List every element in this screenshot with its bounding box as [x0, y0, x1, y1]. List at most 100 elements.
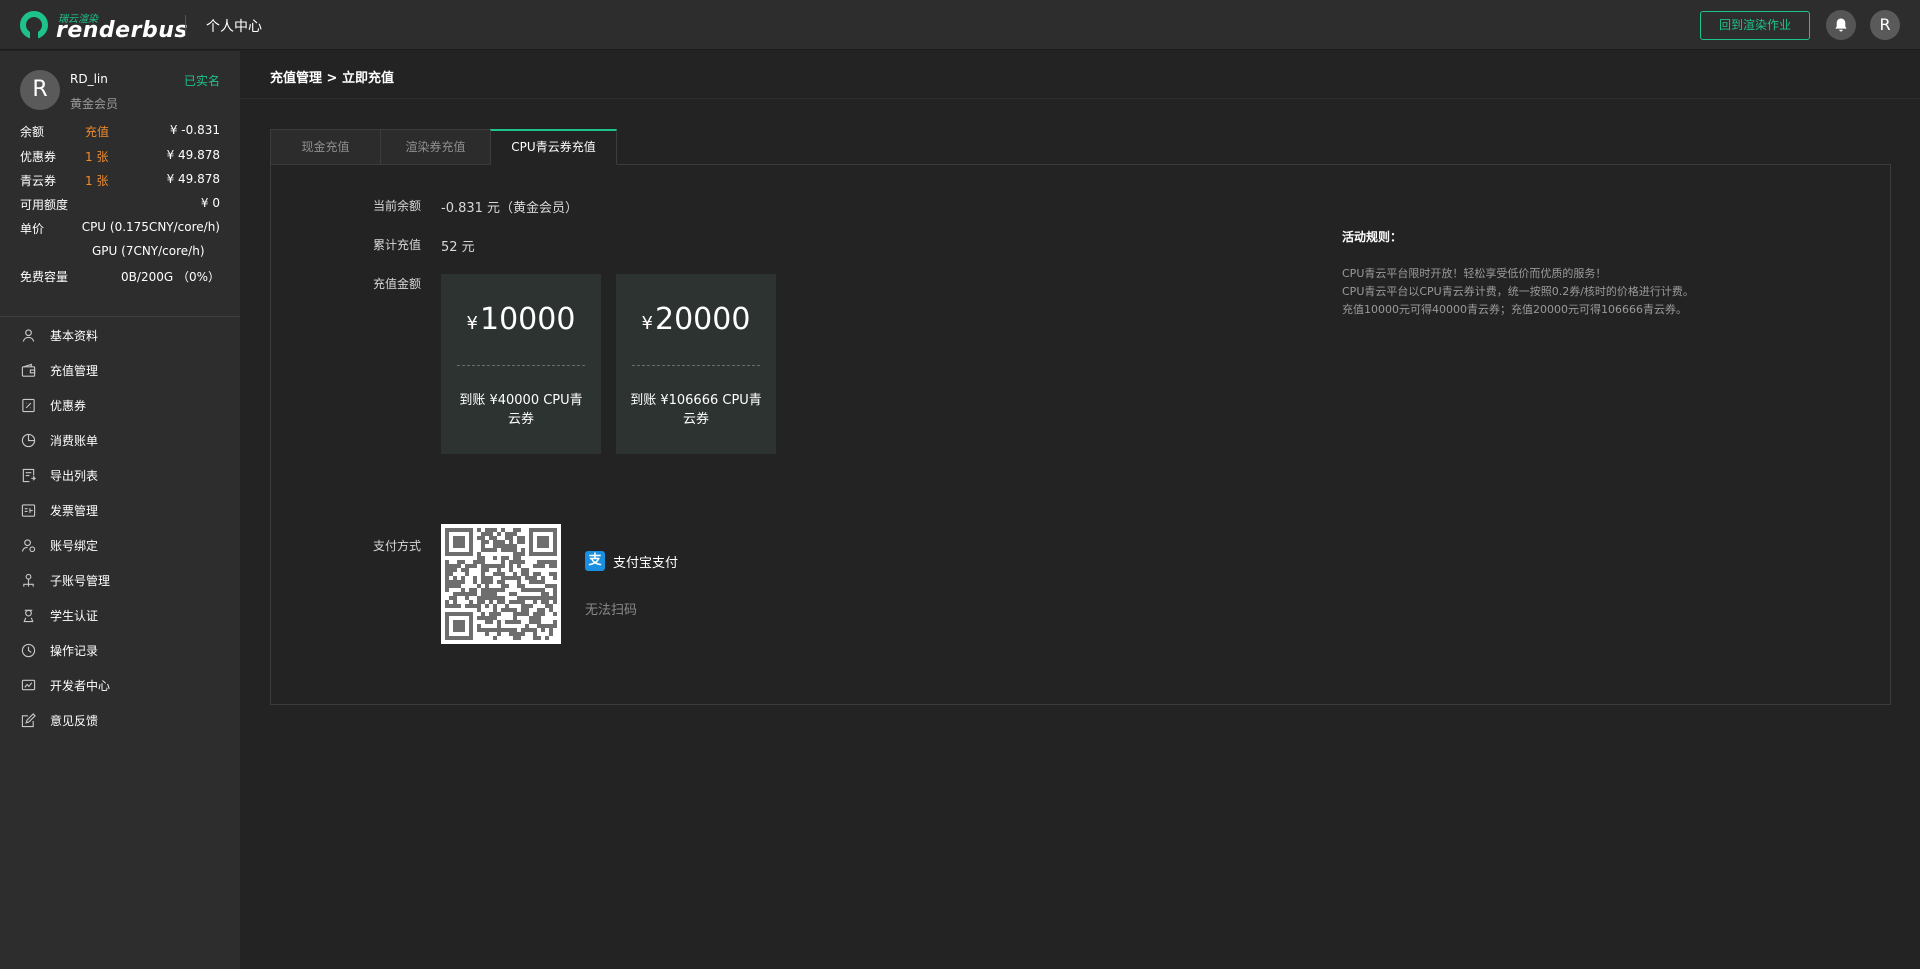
coupon-row: 优惠券 1 张 ¥ 49.878	[20, 148, 220, 168]
sidebar-item-label: 意见反馈	[50, 713, 99, 728]
sidebar-item-feedback[interactable]: 意见反馈	[0, 705, 240, 735]
total-recharge-value: 52 元	[441, 240, 475, 255]
top-bar: 瑞云渲染 renderbus 个人中心 回到渲染作业 R	[0, 0, 1920, 50]
sidebar-item-label: 消费账单	[50, 433, 99, 448]
amount-number: 10000	[480, 302, 576, 337]
recharge-link[interactable]: 充值	[85, 123, 109, 140]
sidebar-item-sub-accounts[interactable]: 子账号管理	[0, 565, 240, 595]
notification-button[interactable]	[1826, 10, 1856, 40]
total-recharge-label: 累计充值	[373, 238, 422, 252]
card-divider	[632, 365, 760, 366]
coupon-value: ¥ 49.878	[166, 148, 220, 162]
export-icon	[20, 467, 36, 483]
storage-value: 0B/200G （0%）	[121, 270, 220, 284]
credit-row: 可用额度 ¥ 0	[20, 196, 220, 216]
activity-rules-title: 活动规则：	[1342, 230, 1403, 244]
breadcrumb[interactable]: 充值管理 > 立即充值	[270, 67, 394, 86]
amount-option-20000[interactable]: ¥20000 到账 ¥106666 CPU青云券	[616, 274, 776, 454]
price-gpu-row: GPU (7CNY/core/h)	[20, 244, 220, 264]
alipay-icon: 支	[585, 551, 605, 571]
alipay-label: 支付宝支付	[613, 555, 679, 571]
wallet-icon	[20, 362, 36, 378]
amount-label: 充值金额	[373, 277, 422, 291]
storage-label: 免费容量	[20, 270, 69, 284]
sidebar-item-recharge[interactable]: 充值管理	[0, 355, 240, 385]
alipay-option[interactable]: 支 支付宝支付	[585, 551, 678, 571]
sidebar-item-label: 发票管理	[50, 503, 99, 518]
sidebar-item-label: 账号绑定	[50, 538, 99, 553]
sidebar-item-coupons[interactable]: 优惠券	[0, 390, 240, 420]
sidebar-item-label: 充值管理	[50, 363, 99, 378]
current-balance-value: -0.831 元（黄金会员）	[441, 201, 579, 216]
sidebar-item-account-binding[interactable]: 账号绑定	[0, 530, 240, 560]
balance-value: ¥ -0.831	[169, 123, 220, 137]
sub-account-icon	[20, 572, 36, 588]
sidebar-item-label: 优惠券	[50, 398, 87, 413]
back-to-render-button[interactable]: 回到渲染作业	[1700, 11, 1810, 40]
sidebar-item-developer[interactable]: 开发者中心	[0, 670, 240, 700]
price-row: 单价 CPU (0.175CNY/core/h)	[20, 220, 220, 240]
verified-badge: 已实名	[184, 74, 221, 88]
page-title: 个人中心	[206, 19, 262, 35]
price-cpu: CPU (0.175CNY/core/h)	[81, 220, 220, 234]
feedback-icon	[20, 712, 36, 728]
sidebar-item-label: 学生认证	[50, 608, 99, 623]
amount-number: 20000	[655, 302, 751, 337]
pie-chart-icon	[20, 432, 36, 448]
rules-line: CPU青云平台以CPU青云券计费，统一按照0.2券/核时的价格进行计费。	[1342, 285, 1694, 298]
cannot-scan-link[interactable]: 无法扫码	[585, 599, 637, 618]
qr-code-icon	[445, 528, 557, 640]
clock-icon	[20, 642, 36, 658]
credit-value: ¥ 0	[200, 196, 220, 210]
balance-row: 余额 充值 ¥ -0.831	[20, 123, 220, 143]
current-balance-label: 当前余额	[373, 199, 422, 213]
header-divider	[185, 15, 186, 35]
credit-label: 可用额度	[20, 198, 69, 212]
sidebar-item-label: 开发者中心	[50, 678, 111, 693]
sidebar-item-label: 导出列表	[50, 468, 99, 483]
tab-cpu-qingyun-recharge[interactable]: CPU青云券充值	[490, 129, 617, 165]
sidebar-item-label: 操作记录	[50, 643, 99, 658]
coupon-count[interactable]: 1 张	[85, 148, 108, 165]
sidebar-item-bills[interactable]: 消费账单	[0, 425, 240, 455]
developer-icon	[20, 677, 36, 693]
balance-label: 余额	[20, 125, 45, 139]
sidebar-divider	[0, 316, 240, 317]
price-gpu: GPU (7CNY/core/h)	[92, 244, 205, 258]
amount-description: 到账 ¥106666 CPU青云券	[630, 393, 762, 427]
sidebar-item-label: 子账号管理	[50, 573, 111, 588]
user-icon	[20, 327, 36, 343]
renderbus-logo[interactable]: 瑞云渲染 renderbus	[20, 10, 187, 43]
amount-description: 到账 ¥40000 CPU青云券	[459, 393, 583, 427]
currency-symbol: ¥	[466, 313, 478, 334]
payment-method-label: 支付方式	[373, 539, 422, 553]
student-icon	[20, 607, 36, 623]
coupon-label: 优惠券	[20, 150, 57, 164]
logo-text: renderbus	[56, 18, 188, 43]
avatar: R	[20, 70, 60, 110]
sidebar-item-profile[interactable]: 基本资料	[0, 320, 240, 350]
breadcrumb-bar: 充值管理 > 立即充值	[240, 51, 1920, 99]
sidebar-item-student[interactable]: 学生认证	[0, 600, 240, 630]
user-link-icon	[20, 537, 36, 553]
coupon-icon	[20, 397, 36, 413]
card-divider	[457, 365, 585, 366]
tab-cash-recharge[interactable]: 现金充值	[270, 129, 381, 165]
amount-option-10000[interactable]: ¥10000 到账 ¥40000 CPU青云券	[441, 274, 601, 454]
member-level: 黄金会员	[70, 97, 119, 111]
bell-icon	[1835, 18, 1847, 32]
logo-mark-icon	[20, 11, 48, 39]
sidebar-item-operation-log[interactable]: 操作记录	[0, 635, 240, 665]
currency-symbol: ¥	[641, 313, 653, 334]
tab-render-coupon-recharge[interactable]: 渲染券充值	[380, 129, 491, 165]
sidebar-item-invoice[interactable]: 发票管理	[0, 495, 240, 525]
qingyun-count[interactable]: 1 张	[85, 172, 108, 189]
rules-line: 充值10000元可得40000青云券；充值20000元可得106666青云券。	[1342, 303, 1687, 316]
rules-line: CPU青云平台限时开放！轻松享受低价而优质的服务！	[1342, 267, 1607, 280]
qingyun-row: 青云券 1 张 ¥ 49.878	[20, 172, 220, 192]
sidebar: R RD_lin 黄金会员 已实名 余额 充值 ¥ -0.831 优惠券 1 张…	[0, 51, 240, 969]
qingyun-label: 青云券	[20, 174, 57, 188]
user-avatar-top[interactable]: R	[1870, 10, 1900, 40]
sidebar-item-export[interactable]: 导出列表	[0, 460, 240, 490]
sidebar-item-label: 基本资料	[50, 328, 99, 343]
